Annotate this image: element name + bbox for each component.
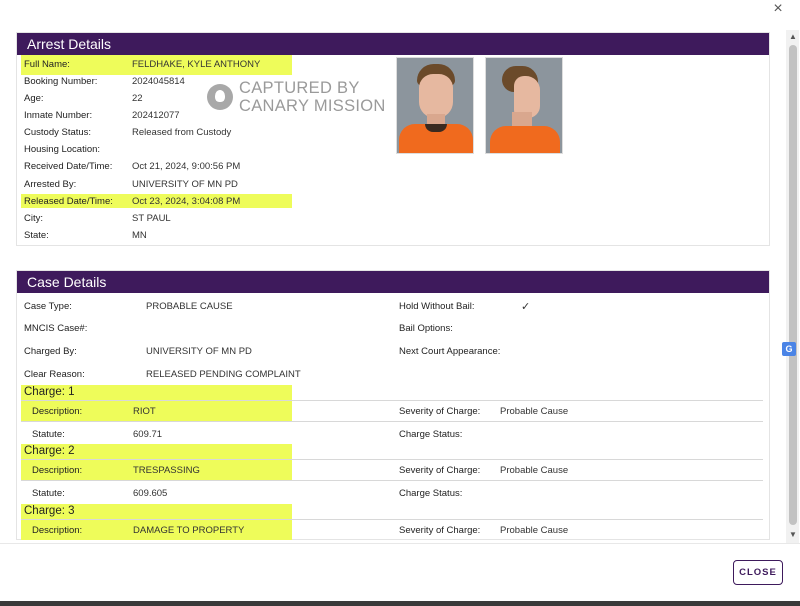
- case-details-header: Case Details: [17, 271, 769, 293]
- translate-extension-icon[interactable]: G: [782, 342, 796, 356]
- arrested-by-label: Arrested By:: [24, 179, 77, 190]
- charge-3-divider: [21, 519, 763, 520]
- booking-number-value: 2024045814: [132, 76, 185, 87]
- charge-1-severity-label: Severity of Charge:: [399, 406, 481, 417]
- charge-1-title: Charge: 1: [24, 386, 75, 398]
- hold-without-bail-label: Hold Without Bail:: [399, 301, 475, 312]
- charge-1-description-label: Description:: [32, 406, 83, 417]
- modal-content[interactable]: Arrest Details Full Name: FELDHAKE, KYLE …: [0, 18, 785, 542]
- charge-3-severity-label: Severity of Charge:: [399, 525, 481, 536]
- released-datetime-label: Released Date/Time:: [24, 196, 113, 207]
- charge-2-title: Charge: 2: [24, 445, 75, 457]
- check-icon: ✓: [521, 301, 531, 313]
- charge-2-severity-value: Probable Cause: [500, 465, 569, 476]
- vertical-scrollbar[interactable]: ▲ ▼: [786, 30, 799, 544]
- arrested-by-value: UNIVERSITY OF MN PD: [132, 179, 238, 190]
- charge-1-statute-value: 609.71: [133, 429, 163, 440]
- charge-2-status-label: Charge Status:: [399, 488, 463, 499]
- charge-2-statute-label: Statute:: [32, 488, 65, 499]
- case-type-label: Case Type:: [24, 301, 72, 312]
- city-label: City:: [24, 213, 43, 224]
- scrollbar-thumb[interactable]: [789, 45, 797, 525]
- clear-reason-value: RELEASED PENDING COMPLAINT: [146, 369, 301, 380]
- scroll-down-icon[interactable]: ▼: [789, 530, 797, 539]
- charge-1-severity-value: Probable Cause: [500, 406, 569, 417]
- next-court-appearance-label: Next Court Appearance:: [399, 346, 501, 357]
- close-icon[interactable]: ×: [768, 0, 788, 18]
- charge-2-severity-label: Severity of Charge:: [399, 465, 481, 476]
- charge-2-statute-value: 609.605: [133, 488, 168, 499]
- inmate-number-value: 202412077: [132, 110, 180, 121]
- mncis-case-label: MNCIS Case#:: [24, 323, 88, 334]
- age-label: Age:: [24, 93, 44, 104]
- watermark-line2: CANARY MISSION: [239, 97, 386, 115]
- case-details-card: Case Details Case Type: PROBABLE CAUSE M…: [16, 270, 770, 540]
- charge-3-severity-value: Probable Cause: [500, 525, 569, 536]
- arrest-details-card: Arrest Details Full Name: FELDHAKE, KYLE …: [16, 32, 770, 246]
- scroll-up-icon[interactable]: ▲: [789, 32, 797, 41]
- mugshot-profile-image: [485, 57, 563, 154]
- state-value: MN: [132, 230, 147, 241]
- housing-location-label: Housing Location:: [24, 144, 101, 155]
- received-datetime-label: Received Date/Time:: [24, 161, 113, 172]
- charge-3-description-value: DAMAGE TO PROPERTY: [133, 525, 245, 536]
- state-label: State:: [24, 230, 49, 241]
- charge-1-description-value: RIOT: [133, 406, 156, 417]
- charge-1-divider: [21, 400, 763, 401]
- custody-status-value: Released from Custody: [132, 127, 232, 138]
- age-value: 22: [132, 93, 143, 104]
- canary-bird-icon: [207, 84, 233, 110]
- watermark-line1: CAPTURED BY: [239, 79, 360, 97]
- released-datetime-value: Oct 23, 2024, 3:04:08 PM: [132, 196, 241, 207]
- charge-3-description-label: Description:: [32, 525, 83, 536]
- received-datetime-value: Oct 21, 2024, 9:00:56 PM: [132, 161, 241, 172]
- charge-2-description-label: Description:: [32, 465, 83, 476]
- city-value: ST PAUL: [132, 213, 171, 224]
- mugshot-front-image: [396, 57, 474, 154]
- inmate-number-label: Inmate Number:: [24, 110, 93, 121]
- close-button[interactable]: CLOSE: [733, 560, 783, 585]
- custody-status-label: Custody Status:: [24, 127, 92, 138]
- charge-1-statute-label: Statute:: [32, 429, 65, 440]
- charged-by-label: Charged By:: [24, 346, 77, 357]
- booking-number-label: Booking Number:: [24, 76, 98, 87]
- full-name-value: FELDHAKE, KYLE ANTHONY: [132, 59, 261, 70]
- taskbar-edge: [0, 601, 800, 606]
- arrest-details-modal: × Arrest Details Full Name: FELDHAKE, KYL…: [0, 0, 800, 606]
- clear-reason-label: Clear Reason:: [24, 369, 85, 380]
- modal-footer: CLOSE: [0, 543, 800, 606]
- charged-by-value: UNIVERSITY OF MN PD: [146, 346, 252, 357]
- full-name-label: Full Name:: [24, 59, 70, 70]
- arrest-details-header: Arrest Details: [17, 33, 769, 55]
- bail-options-label: Bail Options:: [399, 323, 453, 334]
- charge-1-status-label: Charge Status:: [399, 429, 463, 440]
- case-type-value: PROBABLE CAUSE: [146, 301, 233, 312]
- charge-3-title: Charge: 3: [24, 505, 75, 517]
- charge-2-description-value: TRESPASSING: [133, 465, 200, 476]
- charge-2-divider: [21, 459, 763, 460]
